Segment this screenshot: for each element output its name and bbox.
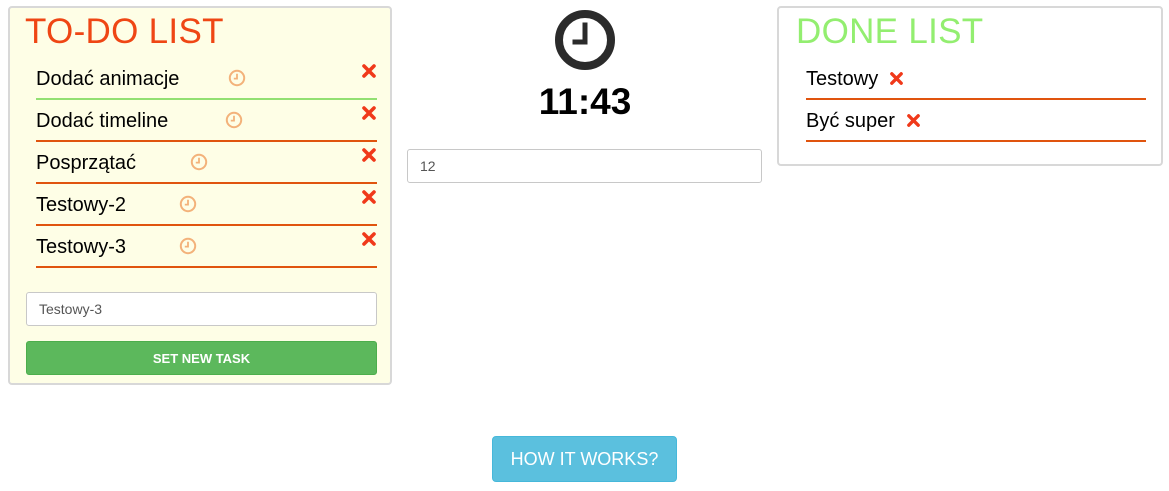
minutes-input[interactable] <box>407 149 762 183</box>
clock-icon[interactable] <box>228 69 246 87</box>
done-item[interactable]: Testowy <box>806 58 1146 100</box>
todo-item[interactable]: Posprzątać <box>36 142 377 184</box>
clock-icon[interactable] <box>225 111 243 129</box>
todo-item-label: Testowy-3 <box>36 236 127 258</box>
timer-display: 11:43 <box>538 81 632 122</box>
todo-item-label: Dodać animacje <box>36 68 180 90</box>
done-title: DONE LIST <box>796 12 984 51</box>
clock-icon <box>555 10 615 70</box>
todo-item-label: Testowy-2 <box>36 194 127 216</box>
todo-item[interactable]: Testowy-3 <box>36 226 377 268</box>
close-icon[interactable] <box>361 105 377 121</box>
clock-icon[interactable] <box>179 195 197 213</box>
done-panel: DONE LIST Testowy Być super <box>777 6 1163 166</box>
clock-icon[interactable] <box>179 237 197 255</box>
close-icon[interactable] <box>361 231 377 247</box>
done-item-label: Testowy <box>806 68 879 90</box>
close-icon[interactable] <box>361 63 377 79</box>
done-item[interactable]: Być super <box>806 100 1146 142</box>
new-task-input[interactable] <box>26 292 377 326</box>
todo-list: Dodać animacje Dodać timeline Posprzątać <box>36 58 377 268</box>
set-new-task-button[interactable]: SET NEW TASK <box>26 341 377 375</box>
close-icon[interactable] <box>906 113 921 128</box>
todo-title: TO-DO LIST <box>25 12 224 51</box>
how-it-works-button[interactable]: HOW IT WORKS? <box>492 436 677 482</box>
todo-panel: TO-DO LIST Dodać animacje Dodać timeline… <box>8 6 392 385</box>
todo-item[interactable]: Dodać animacje <box>36 58 377 100</box>
done-item-label: Być super <box>806 110 895 132</box>
todo-item[interactable]: Testowy-2 <box>36 184 377 226</box>
close-icon[interactable] <box>361 189 377 205</box>
clock-icon[interactable] <box>190 153 208 171</box>
close-icon[interactable] <box>889 71 904 86</box>
todo-item-label: Posprzątać <box>36 152 137 174</box>
close-icon[interactable] <box>361 147 377 163</box>
done-list: Testowy Być super <box>806 58 1146 142</box>
todo-item-label: Dodać timeline <box>36 110 169 132</box>
todo-item[interactable]: Dodać timeline <box>36 100 377 142</box>
